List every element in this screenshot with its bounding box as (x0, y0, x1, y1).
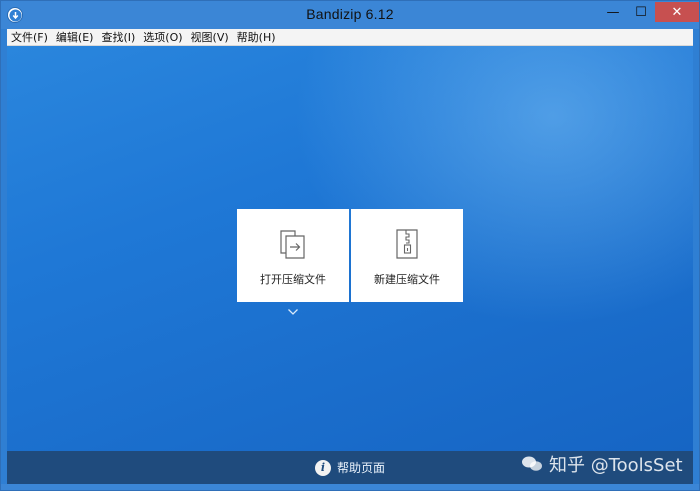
window-title: Bandizip 6.12 (306, 6, 394, 22)
window-bottom-frame (1, 484, 699, 490)
main-content-area: 打开压缩文件 新建压缩文件 (7, 46, 693, 451)
chevron-down-icon[interactable] (287, 308, 299, 316)
open-archive-icon (280, 230, 305, 259)
new-archive-label: 新建压缩文件 (374, 273, 440, 286)
menu-find[interactable]: 查找(I) (97, 29, 139, 46)
menu-bar: 文件(F) 编辑(E) 查找(I) 选项(O) 视图(V) 帮助(H) (7, 29, 693, 46)
close-button[interactable]: ✕ (655, 2, 699, 22)
title-bar[interactable]: Bandizip 6.12 — ☐ ✕ (1, 1, 699, 29)
help-page-label: 帮助页面 (336, 461, 385, 475)
wechat-logo-icon (522, 456, 542, 471)
app-window: Bandizip 6.12 — ☐ ✕ 文件(F) 编辑(E) 查找(I) 选项… (0, 0, 700, 491)
watermark-text: 知乎 @ToolsSet (549, 455, 683, 476)
new-archive-button[interactable]: 新建压缩文件 (351, 209, 463, 302)
maximize-button[interactable]: ☐ (627, 2, 655, 22)
menu-options[interactable]: 选项(O) (139, 29, 186, 46)
help-page-link[interactable]: i 帮助页面 (314, 459, 385, 476)
watermark: 知乎 @ToolsSet (521, 452, 683, 476)
info-icon: i (314, 459, 331, 476)
menu-file[interactable]: 文件(F) (7, 29, 52, 46)
menu-help[interactable]: 帮助(H) (233, 29, 280, 46)
minimize-button[interactable]: — (599, 2, 627, 22)
open-archive-label: 打开压缩文件 (260, 273, 326, 286)
new-archive-icon (396, 229, 418, 259)
menu-view[interactable]: 视图(V) (187, 29, 233, 46)
open-archive-button[interactable]: 打开压缩文件 (237, 209, 349, 302)
menu-edit[interactable]: 编辑(E) (52, 29, 98, 46)
